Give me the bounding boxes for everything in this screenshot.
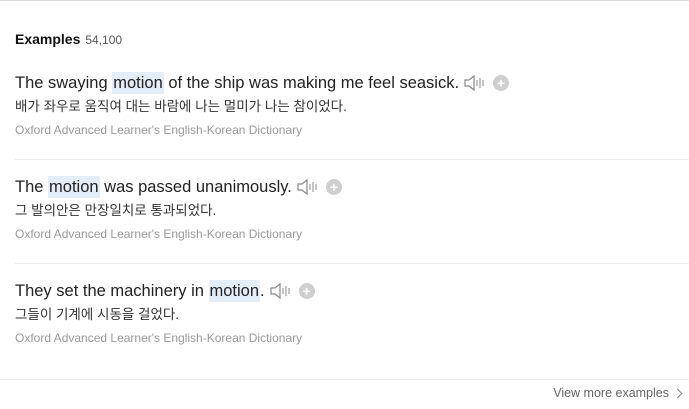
example-item: The motion was passed unanimously. + 그 발… xyxy=(15,176,689,242)
example-sentence: The swaying motion of the ship was makin… xyxy=(15,72,689,94)
example-translation: 그들이 기계에 시동을 걸었다. xyxy=(15,307,180,322)
sentence-text: of the ship was making me feel seasick. xyxy=(163,74,460,92)
speaker-icon[interactable] xyxy=(296,177,320,197)
example-translation: 배가 좌우로 움직여 대는 바람에 나는 멀미가 나는 참이었다. xyxy=(15,99,347,114)
speaker-icon[interactable] xyxy=(269,281,293,301)
example-item: The swaying motion of the ship was makin… xyxy=(15,72,689,138)
example-sentence: They set the machinery in motion. + xyxy=(15,280,689,302)
examples-header: Examples 54,100 xyxy=(15,31,122,47)
example-translation: 그 발의안은 만장일치로 통과되었다. xyxy=(15,203,217,218)
examples-count: 54,100 xyxy=(85,33,123,47)
example-divider xyxy=(15,159,689,160)
sentence-text: The swaying xyxy=(15,74,113,92)
example-divider xyxy=(15,263,689,264)
keyword-highlight: motion xyxy=(48,176,100,198)
view-more-examples-link[interactable]: View more examples xyxy=(553,386,683,400)
sentence-text: was passed unanimously. xyxy=(99,178,292,196)
chevron-right-icon xyxy=(672,388,683,398)
top-divider xyxy=(0,0,689,1)
example-sentence: The motion was passed unanimously. + xyxy=(15,176,689,198)
sentence-text: . xyxy=(260,282,265,300)
view-more-label: View more examples xyxy=(553,386,669,400)
example-item: They set the machinery in motion. + 그들이 … xyxy=(15,280,689,346)
speaker-icon[interactable] xyxy=(463,73,487,93)
add-to-wordbook-button[interactable]: + xyxy=(298,283,315,299)
footer-divider xyxy=(0,379,689,380)
keyword-highlight: motion xyxy=(208,280,261,302)
example-source: Oxford Advanced Learner's English-Korean… xyxy=(15,331,303,345)
example-source: Oxford Advanced Learner's English-Korean… xyxy=(15,123,303,137)
example-source: Oxford Advanced Learner's English-Korean… xyxy=(15,227,303,241)
add-to-wordbook-button[interactable]: + xyxy=(325,179,342,195)
sentence-text: They set the machinery in xyxy=(15,282,209,300)
sentence-text: The xyxy=(15,178,49,196)
keyword-highlight: motion xyxy=(112,72,164,94)
examples-title: Examples xyxy=(15,31,81,47)
add-to-wordbook-button[interactable]: + xyxy=(493,75,510,91)
